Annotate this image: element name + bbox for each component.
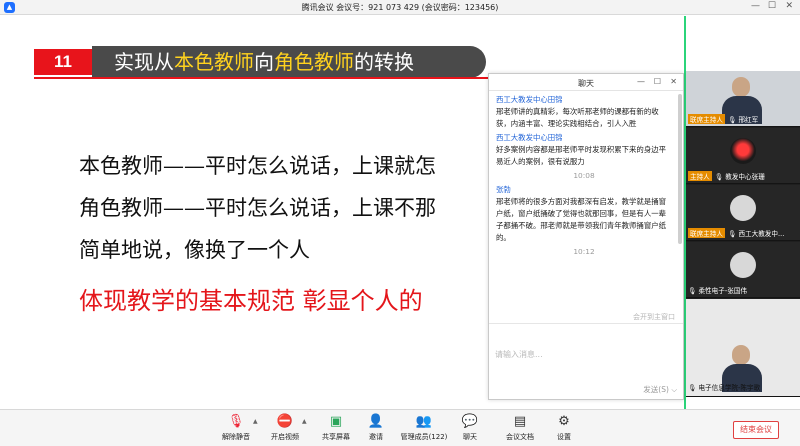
chat-window[interactable]: 聊天 — ☐ ✕ 西工大教发中心田锦 邢老师讲的真精彩，每次听邢老师的课都有新的…	[488, 73, 684, 400]
chat-scrollbar[interactable]	[678, 94, 682, 244]
mic-icon: 🎙	[727, 116, 739, 124]
slide-line-highlight: 体现教学的基本规范 彰显个人的	[79, 287, 423, 315]
chat-messages[interactable]: 西工大教发中心田锦 邢老师讲的真精彩，每次听邢老师的课都有新的收获，内涵丰富、理…	[489, 92, 677, 312]
mic-icon: 🎙	[688, 384, 699, 392]
settings-icon: ⚙	[558, 414, 570, 429]
participant-avatar	[730, 252, 756, 278]
toolbar-label: 会议文档	[506, 433, 534, 441]
send-options-icon[interactable]: ⌵	[671, 385, 677, 394]
slide-title-part: 的转换	[354, 50, 414, 74]
divider	[489, 323, 683, 324]
minimize-icon[interactable]: —	[751, 1, 760, 11]
manage-members-button[interactable]: 👥 管理成员(122)	[396, 413, 452, 442]
chevron-up-icon[interactable]: ▲	[253, 418, 258, 425]
participant-tile[interactable]: 主持人 🎙 教发中心张珊	[686, 128, 800, 184]
settings-button[interactable]: ⚙ 设置	[540, 413, 588, 442]
participant-tile[interactable]: 🎙 电子信息学院-陈宇歌	[686, 299, 800, 397]
slide-title-part: 角色教师	[274, 50, 354, 74]
participant-tile[interactable]: 联席主持人 🎙 邢红军	[686, 71, 800, 127]
toolbar-label: 管理成员(122)	[400, 433, 448, 441]
participant-name: 电子信息学院-陈宇歌	[698, 384, 761, 392]
slide-number: 11	[34, 49, 92, 75]
slide-title: 实现从本色教师向角色教师的转换	[92, 46, 486, 78]
message-time: 10:08	[573, 171, 595, 180]
chat-icon: 💬	[461, 414, 479, 429]
slide-line: 角色教师——平时怎么说话，上课不那	[79, 196, 436, 220]
send-button[interactable]: 发送(S)	[643, 385, 669, 394]
message-time: 10:12	[573, 247, 595, 256]
toolbar-label: 共享屏幕	[322, 433, 350, 441]
mic-icon: 🎙	[688, 287, 699, 295]
participant-avatar	[730, 195, 756, 221]
participant-name: 教发中心张珊	[725, 173, 765, 181]
slide-line: 简单地说，像换了一个人	[79, 238, 310, 262]
minimize-icon[interactable]: —	[637, 77, 645, 86]
close-icon[interactable]: ✕	[785, 1, 793, 11]
participant-avatar	[730, 138, 756, 164]
meeting-stage: 11 实现从本色教师向角色教师的转换 本色教师——平时怎么说话，上课就怎 角色教…	[0, 16, 800, 409]
slide-title-part: 向	[254, 50, 274, 74]
host-badge: 主持人	[688, 171, 712, 181]
mic-icon: 🎙	[714, 173, 726, 181]
toolbar-label: 聊天	[463, 433, 477, 441]
slide-line: 本色教师——平时怎么说话，上课就怎	[79, 154, 436, 178]
maximize-icon[interactable]: ☐	[654, 77, 661, 86]
message-sender[interactable]: 张勃	[496, 184, 672, 196]
toolbar-label: 开启视频	[271, 433, 299, 441]
message-sender[interactable]: 西工大教发中心田锦	[496, 132, 672, 144]
chat-button[interactable]: 💬 聊天	[446, 413, 494, 442]
window-titlebar: ▲ 腾讯会议 会议号：921 073 429 (会议密码：123456) — ☐…	[0, 0, 800, 15]
maximize-icon[interactable]: ☐	[768, 1, 776, 11]
window-title: 腾讯会议 会议号：921 073 429 (会议密码：123456)	[301, 3, 499, 12]
end-meeting-button[interactable]: 结束会议	[733, 421, 779, 439]
close-icon[interactable]: ✕	[670, 77, 677, 86]
chevron-up-icon[interactable]: ▲	[302, 418, 307, 425]
host-badge: 联席主持人	[688, 114, 725, 124]
message-text: 好多案例内容都是邢老师平时发现积累下来的身边平易近人的案例，很有说服力	[496, 145, 666, 166]
message-text: 邢老师将的很多方面对我都深有启发，教学就是捅窗户纸，窗户纸捅破了觉得也就那回事，…	[496, 197, 666, 242]
slide-title-part: 实现从	[114, 50, 174, 74]
merge-to-main-link[interactable]: 会开到主窗口	[633, 312, 675, 322]
participant-tile[interactable]: 联席主持人 🎙 西工大教发中...	[686, 185, 800, 241]
title-underline	[34, 77, 489, 79]
invite-button[interactable]: 👤 邀请	[352, 413, 400, 442]
document-icon: ▤	[513, 414, 527, 429]
mic-icon: 🎙	[727, 230, 739, 238]
participant-name: 柔性电子-张国伟	[698, 287, 748, 295]
chat-header: 聊天 — ☐ ✕	[489, 74, 683, 91]
participant-tile[interactable]: 🎙 柔性电子-张国伟	[686, 242, 800, 298]
participant-gallery: 联席主持人 🎙 邢红军 主持人 🎙 教发中心张珊 联席主持人 🎙 西工大教发中... …	[686, 71, 800, 397]
toolbar-label: 解除静音	[222, 433, 250, 441]
members-icon: 👥	[415, 414, 433, 429]
message-sender[interactable]: 西工大教发中心田锦	[496, 94, 672, 106]
message-text: 邢老师讲的真精彩，每次听邢老师的课都有新的收获，内涵丰富、理论实践相结合，引人入…	[496, 107, 659, 128]
meeting-toolbar: 🎙 解除静音 ▲ ⛔ 开启视频 ▲ ▣ 共享屏幕 👤 邀请 👥 管理成员(122) 💬 聊天…	[0, 409, 800, 446]
toolbar-label: 设置	[557, 433, 571, 441]
chat-input[interactable]	[495, 328, 675, 380]
participant-name: 西工大教发中...	[738, 230, 785, 238]
invite-icon: 👤	[367, 414, 385, 429]
send-button-row: 发送(S) ⌵	[643, 384, 677, 395]
toolbar-label: 邀请	[369, 433, 383, 441]
slide-title-part: 本色教师	[174, 50, 254, 74]
participant-name: 邢红军	[738, 116, 759, 124]
host-badge: 联席主持人	[688, 228, 725, 238]
meeting-docs-button[interactable]: ▤ 会议文档	[496, 413, 544, 442]
